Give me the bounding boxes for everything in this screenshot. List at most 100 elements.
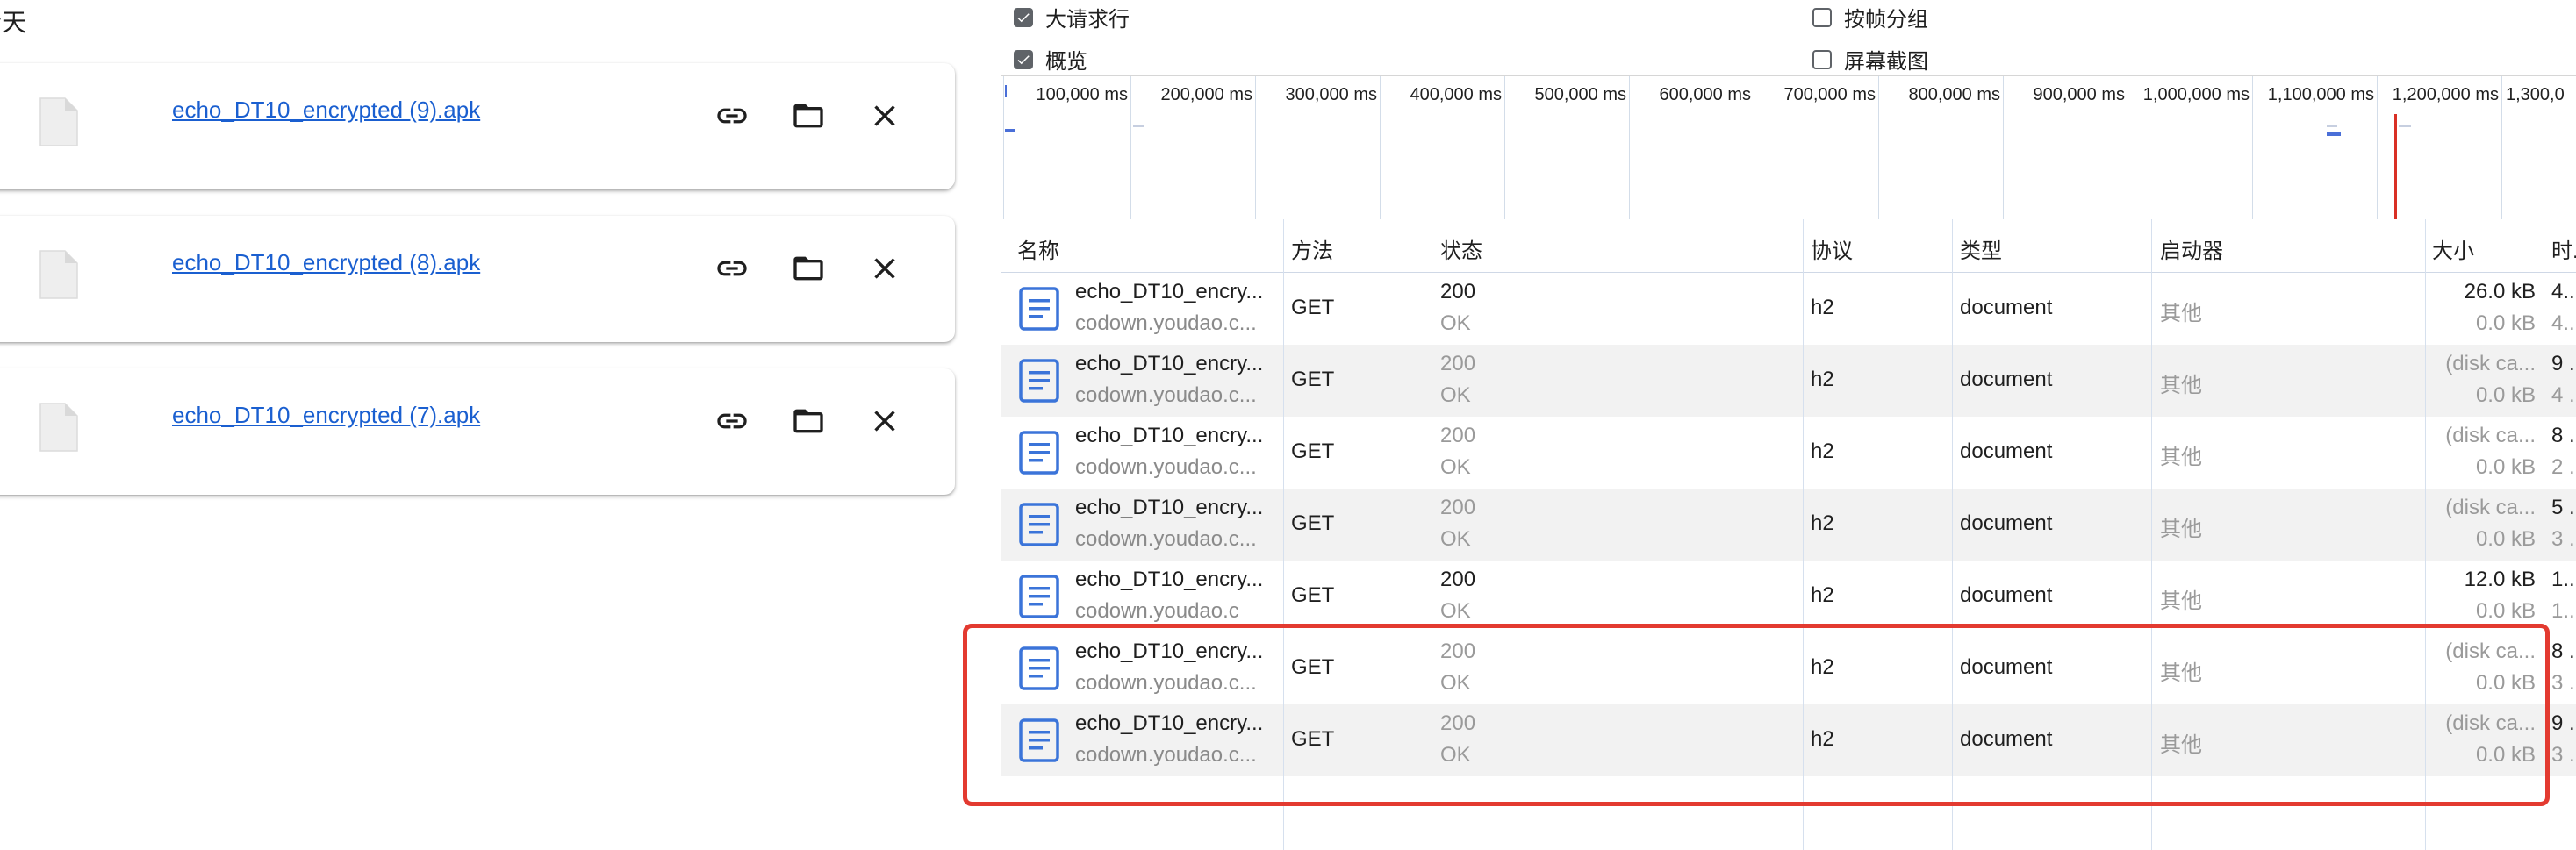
request-time-sub: 3 .. <box>2551 671 2576 695</box>
column-divider[interactable] <box>1952 219 1953 850</box>
table-row[interactable]: echo_DT10_encry... codown.youdao.c... GE… <box>1001 273 2576 345</box>
timeline-tick <box>1130 76 1131 220</box>
downloads-panel: 今天 echo_DT10_encrypted (9).apk echo_DT10… <box>0 0 1001 850</box>
copy-link-button[interactable] <box>711 400 753 442</box>
column-header-protocol[interactable]: 协议 <box>1811 233 1853 264</box>
column-header-method[interactable]: 方法 <box>1291 233 1333 264</box>
file-icon <box>39 403 78 452</box>
option-group-by-frame[interactable]: 按帧分组 <box>1812 2 1928 32</box>
checkbox-unchecked[interactable] <box>1812 49 1832 69</box>
request-method: GET <box>1291 583 1335 607</box>
request-protocol: h2 <box>1811 655 1834 679</box>
timeline-tick-label: 1,200,000 ms <box>2392 85 2499 104</box>
show-in-folder-button[interactable] <box>787 95 829 137</box>
option-overview[interactable]: 概览 <box>1014 44 1087 75</box>
timeline-tick-label: 900,000 ms <box>2033 85 2125 104</box>
timeline-tick <box>1380 76 1381 220</box>
request-time: 1... <box>2551 568 2576 591</box>
request-time: 9 .. <box>2551 352 2576 375</box>
request-name: echo_DT10_encry... <box>1075 568 1264 591</box>
network-panel: 大请求行 按帧分组 概览 屏幕截图 100,000 ms 200,000 ms … <box>1001 0 2576 850</box>
remove-button[interactable] <box>864 247 906 289</box>
request-time-sub: 3 .. <box>2551 527 2576 551</box>
column-header-size[interactable]: 大小 <box>2432 233 2474 264</box>
timeline-current-marker <box>2394 114 2397 220</box>
request-host: codown.youdao.c... <box>1075 455 1257 479</box>
request-size: 26.0 kB <box>2464 280 2536 304</box>
request-host: codown.youdao.c... <box>1075 743 1257 767</box>
copy-link-button[interactable] <box>711 95 753 137</box>
timeline-tick <box>2003 76 2004 220</box>
request-method: GET <box>1291 296 1335 319</box>
request-host: codown.youdao.c... <box>1075 311 1257 335</box>
request-protocol: h2 <box>1811 511 1834 535</box>
show-in-folder-button[interactable] <box>787 247 829 289</box>
column-header-time[interactable]: 时. <box>2551 233 2576 264</box>
option-screenshots[interactable]: 屏幕截图 <box>1812 44 1928 75</box>
option-large-request-rows[interactable]: 大请求行 <box>1014 2 1130 32</box>
link-icon <box>717 413 747 429</box>
request-status-text: OK <box>1440 383 1471 407</box>
document-icon <box>1019 646 1059 690</box>
request-time-sub: 1... <box>2551 599 2576 623</box>
table-row[interactable]: echo_DT10_encry... codown.youdao.c... GE… <box>1001 345 2576 417</box>
checkbox-checked[interactable] <box>1014 49 1033 69</box>
copy-link-button[interactable] <box>711 247 753 289</box>
request-time: 4.. <box>2551 280 2575 304</box>
remove-button[interactable] <box>864 400 906 442</box>
request-size-sub: 0.0 kB <box>2475 527 2536 551</box>
request-size: (disk ca... <box>2445 639 2536 663</box>
request-status: 200 <box>1440 639 1476 663</box>
column-divider[interactable] <box>1283 219 1284 850</box>
document-icon <box>1019 287 1059 331</box>
request-size-sub: 0.0 kB <box>2475 383 2536 407</box>
request-name: echo_DT10_encry... <box>1075 496 1264 519</box>
request-host: codown.youdao.c <box>1075 599 1239 623</box>
column-header-type[interactable]: 类型 <box>1960 233 2002 264</box>
request-size: (disk ca... <box>2445 424 2536 447</box>
timeline-request-mark <box>1005 85 1007 97</box>
request-method: GET <box>1291 727 1335 751</box>
request-size-sub: 0.0 kB <box>2475 599 2536 623</box>
timeline-tick <box>1504 76 1505 220</box>
checkbox-unchecked[interactable] <box>1812 7 1832 27</box>
column-divider[interactable] <box>2425 219 2426 850</box>
download-filename-link[interactable]: echo_DT10_encrypted (7).apk <box>172 402 480 429</box>
folder-icon <box>793 409 823 433</box>
remove-button[interactable] <box>864 95 906 137</box>
request-size-sub: 0.0 kB <box>2475 455 2536 479</box>
document-icon <box>1019 359 1059 403</box>
file-icon <box>39 97 78 146</box>
timeline-request-mark <box>1133 125 1144 127</box>
column-divider[interactable] <box>2151 219 2152 850</box>
request-type: document <box>1960 439 2053 463</box>
table-row[interactable]: echo_DT10_encry... codown.youdao.c GET 2… <box>1001 561 2576 632</box>
timeline-overview[interactable]: 100,000 ms 200,000 ms 300,000 ms 400,000… <box>1001 75 2576 221</box>
timeline-tick-label: 500,000 ms <box>1534 85 1626 104</box>
show-in-folder-button[interactable] <box>787 400 829 442</box>
timeline-tick <box>1003 76 1004 220</box>
table-row[interactable]: echo_DT10_encry... codown.youdao.c... GE… <box>1001 489 2576 561</box>
checkbox-checked[interactable] <box>1014 7 1033 27</box>
table-header: 名称 方法 状态 协议 类型 启动器 大小 时. <box>1001 219 2576 273</box>
timeline-tick-label: 200,000 ms <box>1160 85 1252 104</box>
download-item: echo_DT10_encrypted (7).apk <box>0 368 955 495</box>
option-label: 按帧分组 <box>1844 8 1928 32</box>
download-filename-link[interactable]: echo_DT10_encrypted (8).apk <box>172 249 480 276</box>
column-header-name[interactable]: 名称 <box>1017 233 1059 264</box>
column-header-status[interactable]: 状态 <box>1440 233 1482 264</box>
request-status-text: OK <box>1440 311 1471 335</box>
timeline-tick-label: 600,000 ms <box>1659 85 1751 104</box>
request-status-text: OK <box>1440 455 1471 479</box>
request-initiator: 其他 <box>2160 374 2202 397</box>
request-initiator: 其他 <box>2160 302 2202 325</box>
column-header-initiator[interactable]: 启动器 <box>2160 233 2223 264</box>
download-filename-link[interactable]: echo_DT10_encrypted (9).apk <box>172 96 480 124</box>
table-row[interactable]: echo_DT10_encry... codown.youdao.c... GE… <box>1001 417 2576 489</box>
link-icon <box>717 108 747 124</box>
timeline-request-mark <box>2399 125 2411 127</box>
table-row[interactable]: echo_DT10_encry... codown.youdao.c... GE… <box>1001 632 2576 704</box>
request-time-sub: 2 .. <box>2551 455 2576 479</box>
table-row[interactable]: echo_DT10_encry... codown.youdao.c... GE… <box>1001 704 2576 776</box>
column-divider[interactable] <box>1803 219 1804 850</box>
